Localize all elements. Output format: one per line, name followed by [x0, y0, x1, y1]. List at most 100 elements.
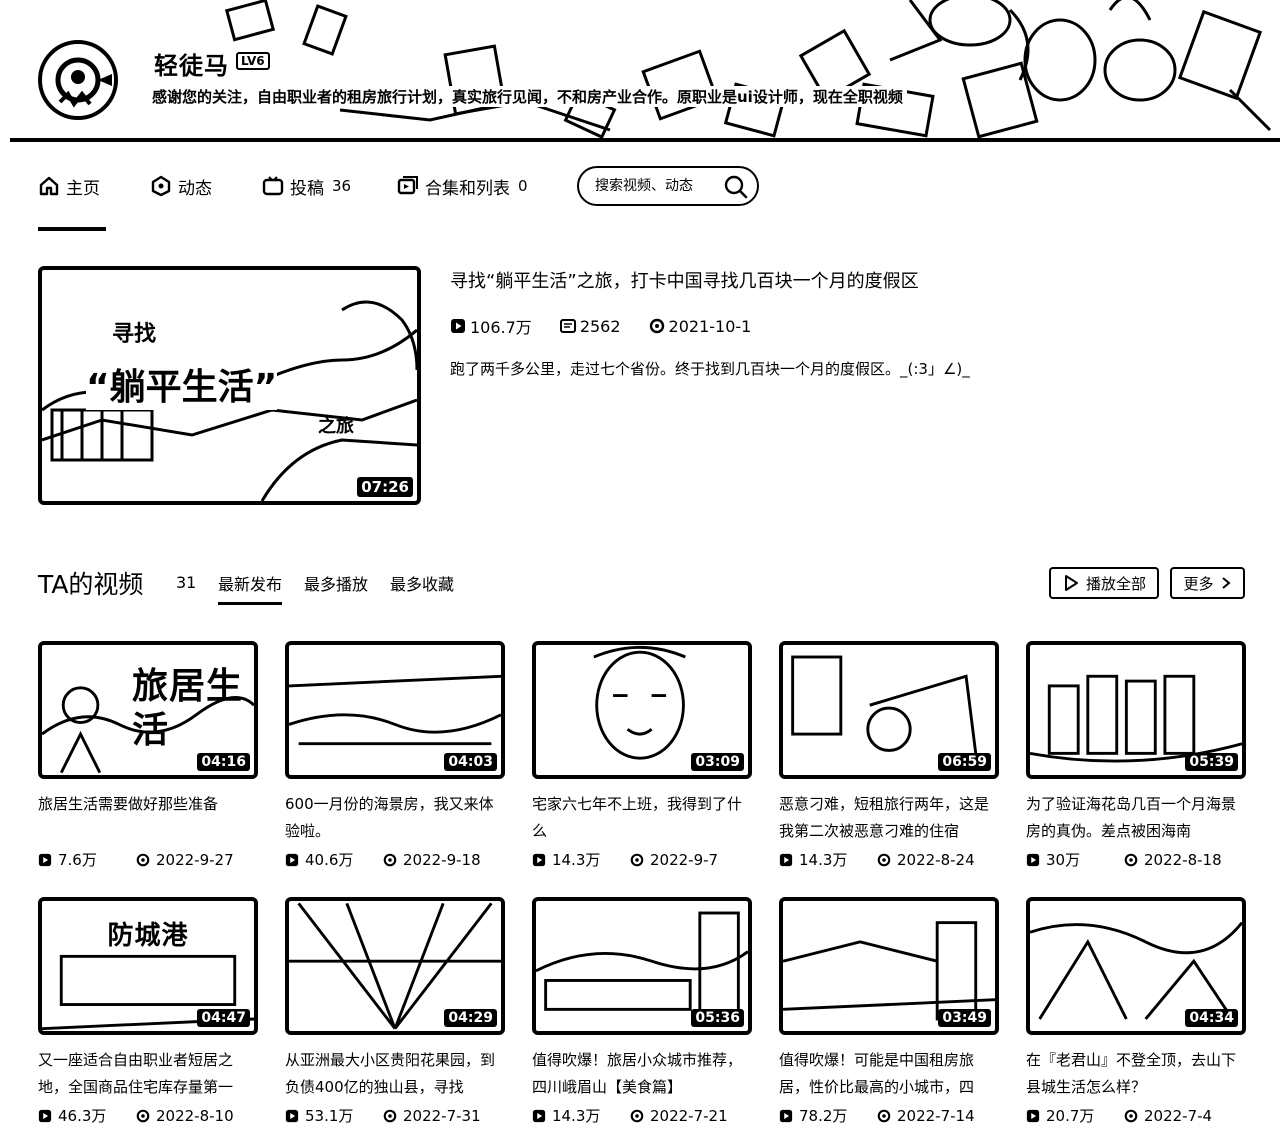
video-date-value: 2022-8-10	[156, 1106, 234, 1125]
play-count-icon	[451, 319, 465, 333]
tab-collections-label: 合集和列表	[425, 178, 510, 199]
video-thumbnail[interactable]: 06:59	[779, 641, 999, 779]
video-date-value: 2022-7-31	[403, 1106, 481, 1125]
video-views-value: 46.3万	[58, 1107, 107, 1125]
avatar[interactable]	[38, 40, 118, 120]
tab-dynamic[interactable]: 动态	[150, 164, 212, 208]
featured-danmaku-value: 2562	[579, 316, 621, 336]
featured-stats: 106.7万 2562 2021-10-1	[450, 314, 779, 338]
featured-date: 2021-10-1	[649, 317, 751, 336]
play-all-button[interactable]: 播放全部	[1049, 567, 1159, 599]
play-count-icon	[532, 1109, 546, 1122]
search-icon[interactable]	[723, 174, 749, 200]
video-views: 40.6万	[285, 849, 383, 870]
video-thumbnail[interactable]: 04:29	[285, 897, 505, 1035]
videos-section-title: TA的视频	[38, 570, 144, 599]
video-card[interactable]: 03:09 宅家六七年不上班，我得到了什么 14.3万 2022-9-7	[532, 641, 752, 870]
featured-thumb-text-1: 寻找	[112, 322, 157, 347]
video-date-value: 2022-8-24	[897, 850, 975, 869]
video-thumbnail[interactable]: 03:09	[532, 641, 752, 779]
video-title[interactable]: 值得吹爆！可能是中国租房旅居，性价比最高的小城市，四	[779, 1047, 1001, 1101]
tab-uploads[interactable]: 投稿 36	[262, 164, 351, 208]
clock-icon	[877, 853, 891, 866]
video-card[interactable]: 05:36 值得吹爆！旅居小众城市推荐，四川峨眉山【美食篇】 14.3万 2022-7…	[532, 897, 752, 1126]
search-input[interactable]	[593, 177, 727, 195]
user-signature: 感谢您的关注，自由职业者的租房旅行计划，真实旅行见闻，不和房产业合作。原职业是u…	[148, 86, 907, 107]
tab-latest[interactable]: 最新发布	[218, 571, 283, 605]
video-views-value: 78.2万	[799, 1107, 848, 1125]
video-title[interactable]: 为了验证海花岛几百一个月海景房的真伪。差点被困海南	[1026, 791, 1248, 845]
video-card[interactable]: 05:39 为了验证海花岛几百一个月海景房的真伪。差点被困海南 30万 2022-8-…	[1026, 641, 1246, 870]
video-thumbnail[interactable]: 04:03	[285, 641, 505, 779]
video-title[interactable]: 又一座适合自由职业者短居之地，全国商品住宅库存量第一	[38, 1047, 260, 1101]
video-thumbnail[interactable]: 05:39	[1026, 641, 1246, 779]
video-title[interactable]: 宅家六七年不上班，我得到了什么	[532, 791, 754, 845]
video-duration: 03:49	[938, 1009, 991, 1027]
video-views-value: 14.3万	[799, 851, 848, 869]
video-date: 2022-7-14	[877, 1107, 975, 1125]
video-views: 14.3万	[532, 1105, 630, 1126]
featured-video-thumbnail[interactable]: 寻找 “躺平生活” 之旅 07:26	[38, 266, 421, 505]
chevron-right-icon	[1221, 577, 1231, 589]
video-duration: 04:29	[444, 1009, 497, 1027]
video-meta: 14.3万 2022-7-21	[532, 1105, 752, 1126]
tab-most-favorited[interactable]: 最多收藏	[390, 571, 454, 601]
tab-most-played[interactable]: 最多播放	[304, 571, 368, 601]
video-thumbnail[interactable]: 03:49	[779, 897, 999, 1035]
video-thumbnail[interactable]: 04:34	[1026, 897, 1246, 1035]
more-button[interactable]: 更多	[1170, 567, 1245, 599]
play-count-icon	[532, 853, 546, 866]
featured-views: 106.7万	[450, 314, 532, 338]
tab-collections[interactable]: 合集和列表 0	[397, 164, 528, 208]
username: 轻徒马	[150, 46, 233, 81]
video-thumbnail[interactable]: 旅居生活 04:16	[38, 641, 258, 779]
video-date: 2022-8-24	[877, 851, 975, 869]
search-box[interactable]	[577, 166, 759, 206]
home-icon	[39, 176, 59, 196]
video-title[interactable]: 600一月份的海景房，我又来体验啦。	[285, 791, 507, 845]
video-date-value: 2022-8-18	[1144, 850, 1222, 869]
video-title[interactable]: 恶意刁难，短租旅行两年，这是我第二次被恶意刁难的住宿	[779, 791, 1001, 845]
video-sort-tabs: 最新发布 最多播放 最多收藏	[218, 571, 476, 605]
play-count-icon	[1026, 1109, 1040, 1122]
video-views-value: 7.6万	[58, 851, 97, 869]
dynamic-icon	[151, 175, 171, 197]
video-title[interactable]: 在『老君山』不登全顶，去山下县城生活怎么样？	[1026, 1047, 1248, 1101]
video-card[interactable]: 旅居生活 04:16 旅居生活需要做好那些准备 7.6万 2022-9-27	[38, 641, 258, 870]
video-card[interactable]: 04:29 从亚洲最大小区贵阳花果园，到负债400亿的独山县，寻找 53.1万 202…	[285, 897, 505, 1126]
video-date-value: 2022-7-4	[1144, 1106, 1213, 1125]
video-meta: 40.6万 2022-9-18	[285, 849, 505, 870]
video-card[interactable]: 04:34 在『老君山』不登全顶，去山下县城生活怎么样？ 20.7万 2022-7-4	[1026, 897, 1246, 1126]
featured-thumb-text-2: “躺平生活”	[86, 358, 278, 410]
video-card[interactable]: 06:59 恶意刁难，短租旅行两年，这是我第二次被恶意刁难的住宿 14.3万 2022…	[779, 641, 999, 870]
tab-home[interactable]: 主页	[38, 164, 100, 208]
video-views-value: 14.3万	[552, 851, 601, 869]
video-meta: 53.1万 2022-7-31	[285, 1105, 505, 1126]
video-views-value: 14.3万	[552, 1107, 601, 1125]
thumbnail-text: 旅居生活	[132, 666, 244, 751]
video-date-value: 2022-7-21	[650, 1106, 728, 1125]
video-views: 78.2万	[779, 1105, 877, 1126]
video-title[interactable]: 值得吹爆！旅居小众城市推荐，四川峨眉山【美食篇】	[532, 1047, 754, 1101]
clock-icon	[383, 1109, 397, 1122]
video-title[interactable]: 旅居生活需要做好那些准备	[38, 791, 260, 845]
clock-icon	[136, 1109, 150, 1122]
video-card[interactable]: 防城港 04:47 又一座适合自由职业者短居之地，全国商品住宅库存量第一 46.3万 2…	[38, 897, 258, 1126]
video-views-value: 53.1万	[305, 1107, 354, 1125]
video-thumbnail[interactable]: 05:36	[532, 897, 752, 1035]
featured-title[interactable]: 寻找“躺平生活”之旅，打卡中国寻找几百块一个月的度假区	[450, 267, 919, 293]
video-views-value: 30万	[1046, 851, 1081, 869]
video-duration: 06:59	[938, 753, 991, 771]
tab-home-label: 主页	[66, 178, 100, 199]
video-title[interactable]: 从亚洲最大小区贵阳花果园，到负债400亿的独山县，寻找	[285, 1047, 507, 1101]
danmaku-icon	[559, 319, 576, 333]
video-thumbnail[interactable]: 防城港 04:47	[38, 897, 258, 1035]
video-card[interactable]: 03:49 值得吹爆！可能是中国租房旅居，性价比最高的小城市，四 78.2万 2022…	[779, 897, 999, 1126]
uploads-count: 36	[332, 177, 352, 195]
thumbnail-text: 防城港	[107, 921, 189, 951]
video-duration: 03:09	[691, 753, 744, 771]
play-count-icon	[779, 1109, 793, 1122]
avatar-bird-icon	[55, 57, 112, 108]
video-views: 53.1万	[285, 1105, 383, 1126]
video-card[interactable]: 04:03 600一月份的海景房，我又来体验啦。 40.6万 2022-9-18	[285, 641, 505, 870]
